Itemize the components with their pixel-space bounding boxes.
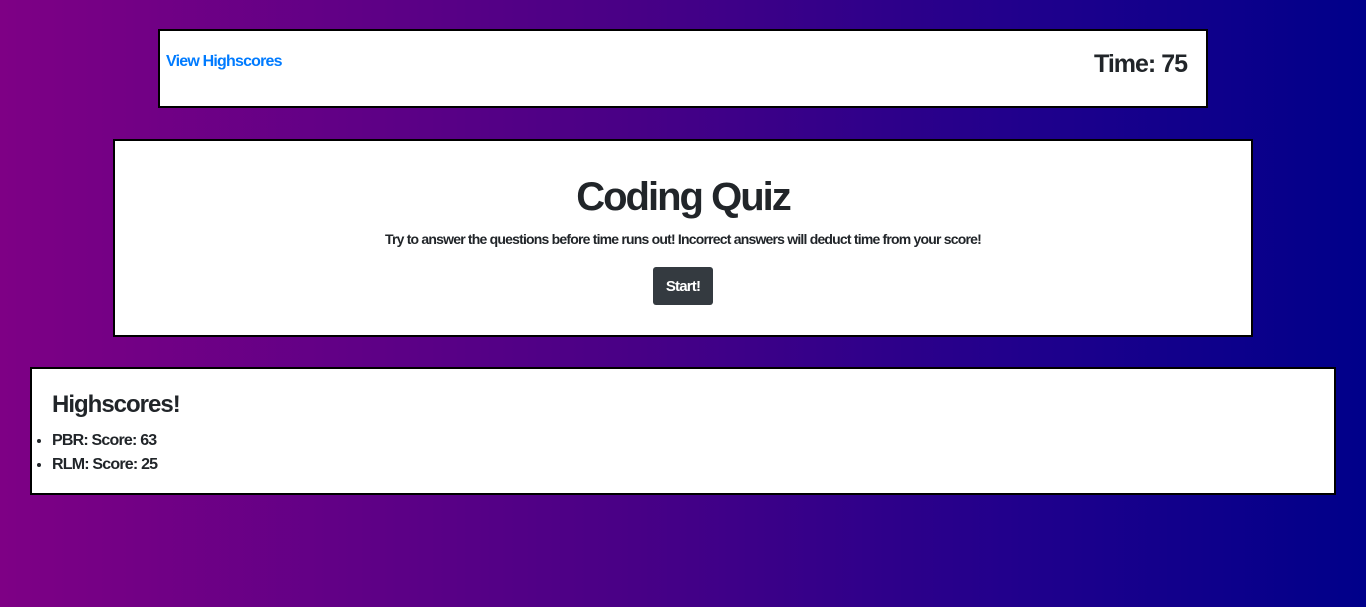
view-highscores-link[interactable]: View Highscores — [166, 53, 283, 71]
start-button[interactable]: Start! — [653, 267, 713, 305]
timer: Time: 75 — [1094, 50, 1188, 79]
quiz-instructions: Try to answer the questions before time … — [384, 231, 982, 247]
timer-value: 75 — [1161, 50, 1188, 78]
highscores-card: Highscores! PBR: Score: 63 RLM: Score: 2… — [30, 367, 1336, 495]
top-bar: View Highscores Time: 75 — [158, 29, 1208, 108]
highscores-list: PBR: Score: 63 RLM: Score: 25 — [32, 429, 158, 477]
highscores-title: Highscores! — [52, 391, 181, 418]
highscore-entry: RLM: Score: 25 — [52, 453, 158, 477]
timer-label: Time: — [1094, 50, 1162, 78]
highscore-entry: PBR: Score: 63 — [52, 429, 157, 453]
quiz-title: Coding Quiz — [576, 175, 792, 219]
quiz-card: Coding Quiz Try to answer the questions … — [113, 139, 1253, 337]
